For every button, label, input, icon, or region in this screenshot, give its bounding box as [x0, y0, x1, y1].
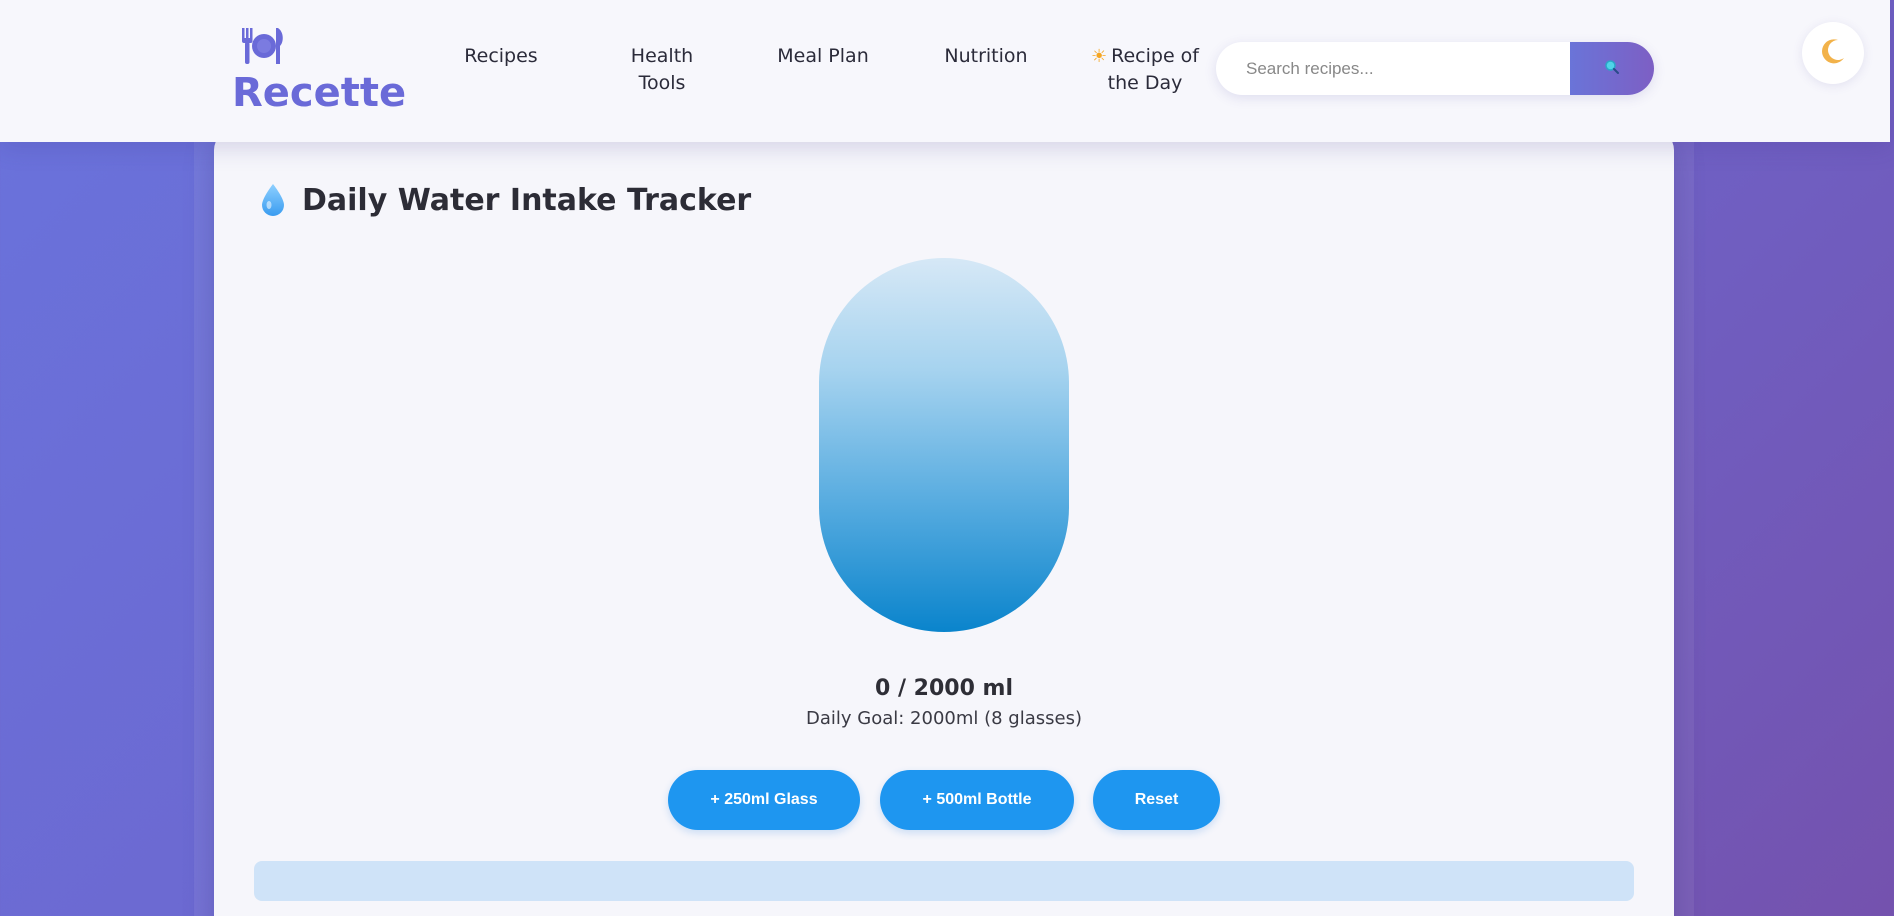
search-icon — [1604, 59, 1620, 78]
nav-nutrition[interactable]: Nutrition — [936, 43, 1036, 70]
page-title: Daily Water Intake Tracker — [302, 182, 752, 218]
tracker-info-bar — [254, 861, 1634, 901]
add-bottle-button[interactable]: + 500ml Bottle — [880, 770, 1074, 830]
daily-goal-text: Daily Goal: 2000ml (8 glasses) — [806, 708, 1082, 729]
brand-logo[interactable]: Recette — [232, 24, 406, 124]
top-navbar: Recette Recipes Health Tools Meal Plan N… — [0, 0, 1890, 142]
plate-utensils-icon — [240, 26, 286, 66]
nav-recipe-of-the-day[interactable]: ☀ Recipe of the Day — [1090, 43, 1200, 97]
add-glass-button[interactable]: + 250ml Glass — [668, 770, 860, 830]
theme-toggle-button[interactable] — [1802, 22, 1864, 84]
search-bar — [1216, 42, 1654, 95]
nav-recipe-of-the-day-label: Recipe of the Day — [1107, 45, 1199, 94]
reset-button[interactable]: Reset — [1093, 770, 1220, 830]
water-tracker-card: Daily Water Intake Tracker 0 / 2000 ml D… — [214, 130, 1674, 916]
water-drop-icon — [260, 183, 286, 217]
brand-name: Recette — [232, 70, 407, 116]
intake-progress: 0 / 2000 ml — [874, 676, 1013, 701]
search-input[interactable] — [1216, 42, 1570, 95]
sun-icon: ☀ — [1090, 46, 1108, 67]
tracker-heading: Daily Water Intake Tracker — [260, 178, 751, 222]
nav-meal-plan[interactable]: Meal Plan — [770, 43, 876, 70]
moon-icon — [1818, 36, 1848, 70]
nav-recipes[interactable]: Recipes — [456, 43, 546, 70]
search-button[interactable] — [1570, 42, 1654, 95]
water-bottle-gauge — [819, 258, 1069, 632]
nav-health-tools[interactable]: Health Tools — [618, 43, 706, 97]
